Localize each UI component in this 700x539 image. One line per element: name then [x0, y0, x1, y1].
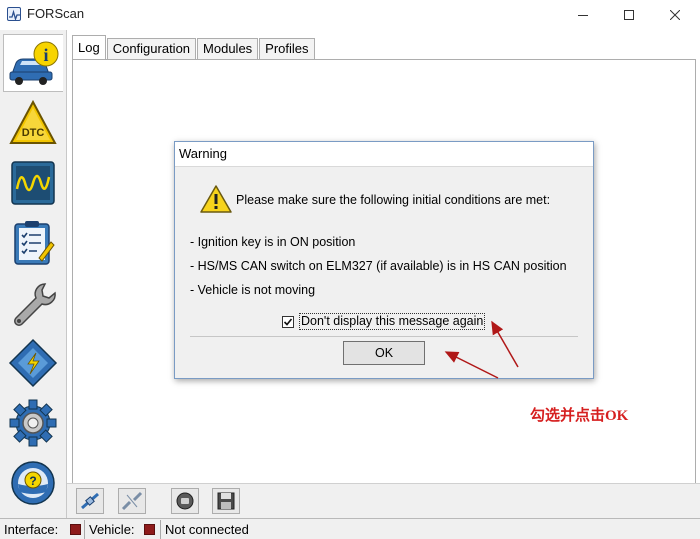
condition-not-moving: - Vehicle is not moving — [190, 283, 316, 297]
warning-icon — [200, 185, 232, 213]
forscan-app-icon — [7, 7, 21, 22]
dialog-title: Warning — [179, 146, 227, 161]
record-button[interactable] — [171, 488, 199, 514]
warning-dialog: Warning Please make sure the following i… — [174, 141, 594, 379]
connect-button[interactable] — [76, 488, 104, 514]
chip-icon — [8, 338, 58, 388]
wrench-icon — [14, 283, 56, 326]
left-toolbar: i DTC ? — [0, 30, 67, 518]
main-tabs: Log Configuration Modules Profiles — [72, 34, 316, 60]
steering-wheel-help-icon: ? — [11, 461, 55, 505]
car-info-icon: i — [9, 41, 58, 85]
dialog-separator — [190, 336, 578, 337]
vehicle-label: Vehicle: — [89, 522, 135, 537]
oscilloscope-button[interactable] — [3, 154, 63, 212]
settings-button[interactable] — [3, 394, 63, 452]
svg-text:i: i — [43, 45, 48, 65]
svg-text:?: ? — [29, 474, 36, 488]
service-button[interactable] — [3, 274, 63, 332]
interface-label: Interface: — [4, 522, 59, 537]
dont-display-checkbox[interactable] — [282, 315, 294, 328]
configuration-button[interactable] — [3, 334, 63, 392]
tab-configuration[interactable]: Configuration — [106, 38, 197, 60]
status-bar: Interface: Vehicle: Not connected — [0, 518, 700, 539]
vehicle-info-button[interactable]: i — [3, 34, 63, 92]
dialog-title-bar: Warning — [175, 142, 593, 167]
disconnect-button[interactable] — [118, 488, 146, 514]
record-icon — [176, 492, 194, 510]
checklist-icon — [14, 221, 55, 265]
dialog-heading: Please make sure the following initial c… — [236, 193, 551, 207]
minimize-button[interactable] — [560, 0, 606, 30]
minimize-icon — [578, 15, 588, 16]
maximize-button[interactable] — [606, 0, 652, 30]
connect-icon — [81, 492, 99, 510]
maximize-icon — [624, 10, 634, 20]
dtc-icon: DTC — [9, 99, 57, 144]
window-title: FORScan — [27, 6, 85, 21]
checkmark-icon — [283, 317, 293, 326]
bottom-toolbar — [67, 483, 700, 518]
close-icon — [670, 10, 680, 20]
disconnect-icon — [121, 491, 143, 511]
condition-ignition: - Ignition key is in ON position — [190, 235, 356, 249]
help-button[interactable]: ? — [3, 454, 63, 512]
dtc-button[interactable]: DTC — [3, 94, 63, 152]
tests-button[interactable] — [3, 214, 63, 272]
annotation-note: 勾选并点击OK — [530, 408, 629, 424]
tab-modules[interactable]: Modules — [197, 38, 259, 60]
tab-profiles[interactable]: Profiles — [259, 38, 315, 60]
condition-can-switch: - HS/MS CAN switch on ELM327 (if availab… — [190, 259, 567, 273]
title-bar: FORScan — [0, 0, 700, 30]
close-button[interactable] — [652, 0, 698, 30]
oscilloscope-icon — [11, 161, 55, 205]
connection-status: Not connected — [165, 522, 249, 537]
gear-icon — [9, 399, 57, 447]
ok-button[interactable]: OK — [343, 341, 425, 365]
dont-display-label[interactable]: Don't display this message again — [299, 313, 486, 330]
svg-text:DTC: DTC — [22, 127, 45, 139]
tab-log[interactable]: Log — [72, 35, 106, 60]
save-icon — [217, 492, 235, 510]
vehicle-status-indicator — [144, 524, 155, 535]
interface-status-indicator — [70, 524, 81, 535]
dont-display-checkbox-row[interactable]: Don't display this message again — [282, 313, 486, 330]
save-button[interactable] — [212, 488, 240, 514]
